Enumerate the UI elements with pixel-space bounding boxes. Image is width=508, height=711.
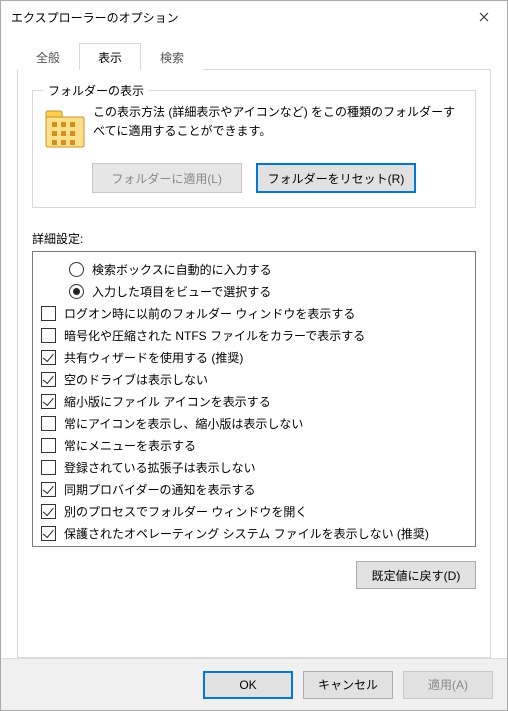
checkbox-icon[interactable] — [41, 306, 56, 321]
folder-display-title: フォルダーの表示 — [43, 82, 149, 99]
advanced-option[interactable]: 常にメニューを表示する — [41, 434, 471, 456]
close-icon[interactable] — [461, 2, 507, 32]
folder-display-description: この表示方法 (詳細表示やアイコンなど) をこの種類のフォルダーすべてに適用する… — [93, 103, 463, 141]
window-title: エクスプローラーのオプション — [11, 9, 461, 26]
checkbox-icon[interactable] — [41, 482, 56, 497]
advanced-option[interactable]: 登録されている拡張子は表示しない — [41, 456, 471, 478]
apply-to-folders-button: フォルダーに適用(L) — [92, 163, 242, 193]
advanced-option[interactable]: 入力した項目をビューで選択する — [41, 280, 471, 302]
ok-button[interactable]: OK — [203, 671, 293, 699]
option-label: 縮小版にファイル アイコンを表示する — [64, 393, 471, 410]
option-label: 保護されたオペレーティング システム ファイルを表示しない (推奨) — [64, 525, 471, 542]
dialog-footer: OK キャンセル 適用(A) — [1, 658, 507, 710]
checkbox-icon[interactable] — [41, 394, 56, 409]
option-label: ログオン時に以前のフォルダー ウィンドウを表示する — [64, 305, 471, 322]
checkbox-icon[interactable] — [41, 526, 56, 541]
checkbox-icon[interactable] — [41, 460, 56, 475]
checkbox-icon[interactable] — [41, 372, 56, 387]
advanced-option[interactable]: 縮小版にファイル アイコンを表示する — [41, 390, 471, 412]
option-label: 空のドライブは表示しない — [64, 371, 471, 388]
advanced-option[interactable]: 空のドライブは表示しない — [41, 368, 471, 390]
option-label: 登録されている拡張子は表示しない — [64, 459, 471, 476]
tab-view[interactable]: 表示 — [79, 43, 141, 70]
checkbox-icon[interactable] — [41, 328, 56, 343]
option-label: 暗号化や圧縮された NTFS ファイルをカラーで表示する — [64, 327, 471, 344]
option-label: 入力した項目をビューで選択する — [92, 283, 471, 300]
checkbox-icon[interactable] — [41, 416, 56, 431]
folder-views-icon — [45, 105, 85, 149]
advanced-option[interactable]: 保護されたオペレーティング システム ファイルを表示しない (推奨) — [41, 522, 471, 544]
folder-display-group: フォルダーの表示 — [32, 90, 476, 208]
advanced-settings-list[interactable]: 検索ボックスに自動的に入力する入力した項目をビューで選択するログオン時に以前のフ… — [32, 251, 476, 547]
option-label: 同期プロバイダーの通知を表示する — [64, 481, 471, 498]
cancel-button[interactable]: キャンセル — [303, 671, 393, 699]
option-label: 常にメニューを表示する — [64, 437, 471, 454]
advanced-option[interactable]: 共有ウィザードを使用する (推奨) — [41, 346, 471, 368]
advanced-option[interactable]: 暗号化や圧縮された NTFS ファイルをカラーで表示する — [41, 324, 471, 346]
advanced-option[interactable]: ログオン時に以前のフォルダー ウィンドウを表示する — [41, 302, 471, 324]
advanced-option[interactable]: 検索ボックスに自動的に入力する — [41, 258, 471, 280]
client-area: 全般 表示 検索 フォルダーの表示 — [1, 33, 507, 658]
option-label: 別のプロセスでフォルダー ウィンドウを開く — [64, 503, 471, 520]
checkbox-icon[interactable] — [41, 504, 56, 519]
tabstrip: 全般 表示 検索 — [17, 43, 491, 69]
option-label: 共有ウィザードを使用する (推奨) — [64, 349, 471, 366]
tab-search[interactable]: 検索 — [141, 43, 203, 70]
restore-defaults-row: 既定値に戻す(D) — [32, 561, 476, 589]
tab-general[interactable]: 全般 — [17, 43, 79, 70]
advanced-option[interactable]: 別のプロセスでフォルダー ウィンドウを開く — [41, 500, 471, 522]
folder-display-row: この表示方法 (詳細表示やアイコンなど) をこの種類のフォルダーすべてに適用する… — [45, 103, 463, 149]
advanced-settings-label: 詳細設定: — [32, 230, 476, 247]
advanced-option[interactable]: 常にアイコンを表示し、縮小版は表示しない — [41, 412, 471, 434]
folder-display-buttons: フォルダーに適用(L) フォルダーをリセット(R) — [45, 163, 463, 193]
restore-defaults-button[interactable]: 既定値に戻す(D) — [356, 561, 476, 589]
radio-icon[interactable] — [69, 262, 84, 277]
option-label: 常にアイコンを表示し、縮小版は表示しない — [64, 415, 471, 432]
dialog-window: エクスプローラーのオプション 全般 表示 検索 フォルダーの表示 — [0, 0, 508, 711]
option-label: 検索ボックスに自動的に入力する — [92, 261, 471, 278]
tabpanel-view: フォルダーの表示 — [17, 69, 491, 658]
checkbox-icon[interactable] — [41, 438, 56, 453]
checkbox-icon[interactable] — [41, 350, 56, 365]
apply-button: 適用(A) — [403, 671, 493, 699]
radio-icon[interactable] — [69, 284, 84, 299]
advanced-option[interactable]: 同期プロバイダーの通知を表示する — [41, 478, 471, 500]
reset-folders-button[interactable]: フォルダーをリセット(R) — [256, 163, 417, 193]
titlebar: エクスプローラーのオプション — [1, 1, 507, 33]
